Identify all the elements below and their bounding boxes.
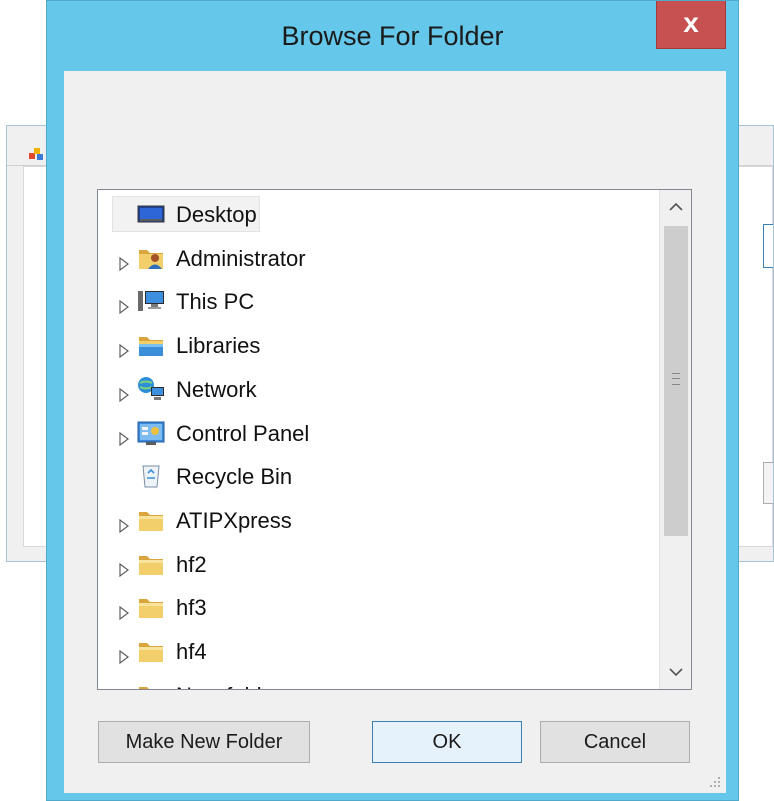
cancel-button[interactable]: Cancel <box>540 721 690 763</box>
background-input-field <box>763 224 773 268</box>
tree-item-label: hf4 <box>176 639 207 664</box>
app-icon <box>29 148 43 160</box>
tree-item-label: ATIPXpress <box>176 507 292 533</box>
folder-icon <box>136 550 166 578</box>
tree-item-label: Administrator <box>176 245 306 271</box>
tree-item[interactable]: Network <box>98 369 658 409</box>
tree-item-label: Desktop <box>176 202 257 227</box>
expand-arrow-icon[interactable] <box>118 251 130 271</box>
expand-arrow-icon[interactable] <box>118 294 130 315</box>
folder-icon <box>136 593 166 621</box>
recycle-bin-icon <box>136 462 166 490</box>
expand-arrow-icon[interactable] <box>118 600 130 621</box>
network-icon <box>136 375 166 403</box>
user-folder-icon <box>136 244 166 272</box>
dialog-title: Browse For Folder <box>281 21 504 51</box>
resize-grip-icon[interactable] <box>708 775 722 789</box>
tree-item-label: Recycle Bin <box>176 464 293 490</box>
expand-arrow-icon[interactable] <box>118 338 130 359</box>
tree-item-label: Libraries <box>176 333 261 359</box>
expand-arrow-icon[interactable] <box>118 426 130 446</box>
desktop-icon <box>136 200 166 228</box>
tree-item-label: hf2 <box>176 551 207 577</box>
control-panel-icon <box>136 419 166 447</box>
background-button <box>763 462 773 504</box>
tree-item-label: hf3 <box>176 595 207 621</box>
tree-item-label: This PC <box>176 289 255 315</box>
tree-item-label: Control Panel <box>176 420 310 446</box>
expand-arrow-icon[interactable] <box>118 557 130 577</box>
ok-button[interactable]: OK <box>372 721 522 763</box>
folder-icon <box>136 637 166 665</box>
computer-icon <box>136 287 166 315</box>
scroll-up-button[interactable] <box>660 190 691 224</box>
expand-arrow-icon[interactable] <box>118 513 130 534</box>
tree-item[interactable]: hf3 <box>98 587 658 627</box>
scrollbar-thumb[interactable] <box>664 226 688 536</box>
tree-item[interactable]: Libraries <box>98 325 658 365</box>
tree-item[interactable]: Administrator <box>98 238 658 278</box>
folder-tree-view[interactable]: Desktop Administrator This PC Libraries Netw… <box>97 189 692 690</box>
tree-item[interactable]: hf2 <box>98 544 658 584</box>
scrollbar-grip-icon <box>672 373 680 385</box>
tree-item-label: New folder <box>176 683 281 689</box>
tree-item[interactable]: Recycle Bin <box>98 456 658 496</box>
browse-for-folder-dialog: Browse For Folder x Desktop Administrator… <box>46 0 739 801</box>
tree-item[interactable]: This PC <box>98 281 658 321</box>
expand-arrow-icon[interactable] <box>118 644 130 665</box>
dialog-client-area: Desktop Administrator This PC Libraries Netw… <box>64 71 726 793</box>
chevron-down-icon <box>669 668 683 677</box>
vertical-scrollbar[interactable] <box>659 190 691 689</box>
libraries-icon <box>136 331 166 359</box>
tree-item[interactable]: Control Panel <box>98 413 658 453</box>
folder-icon <box>136 681 166 689</box>
tree-item-label: Network <box>176 376 257 402</box>
tree-item[interactable]: ATIPXpress <box>98 500 658 540</box>
folder-tree-list: Desktop Administrator This PC Libraries Netw… <box>98 190 660 689</box>
chevron-up-icon <box>669 202 683 211</box>
tree-item[interactable]: hf4 <box>98 631 658 671</box>
folder-icon <box>136 506 166 534</box>
dialog-titlebar[interactable]: Browse For Folder <box>47 1 738 71</box>
make-new-folder-button[interactable]: Make New Folder <box>98 721 310 763</box>
tree-item[interactable]: Desktop <box>98 194 658 234</box>
scroll-down-button[interactable] <box>660 655 691 689</box>
tree-item[interactable]: New folder <box>98 675 658 689</box>
expand-arrow-icon[interactable] <box>118 382 130 402</box>
close-button[interactable]: x <box>656 1 726 49</box>
